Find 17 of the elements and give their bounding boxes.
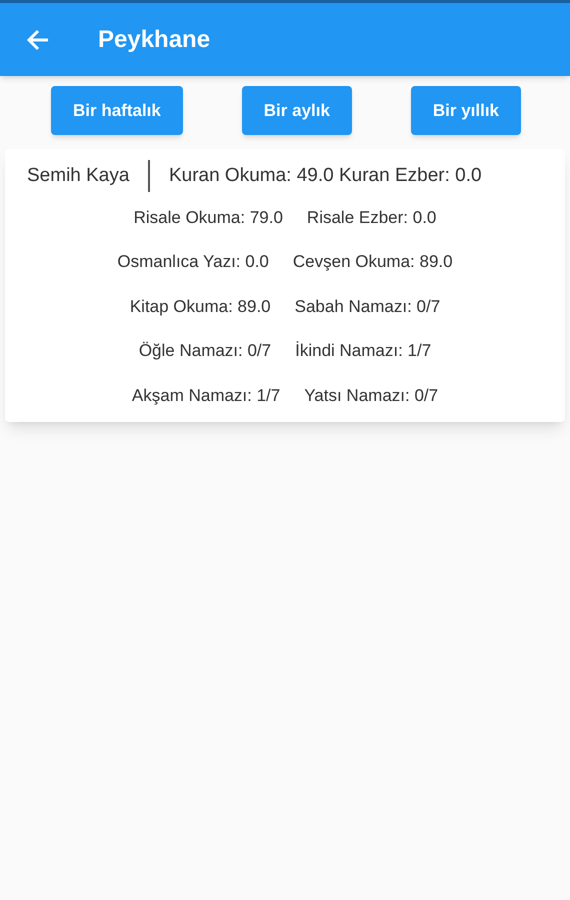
app-title: Peykhane <box>98 24 210 54</box>
period-button[interactable]: Bir yıllık <box>410 86 521 135</box>
user-name: Semih Kaya <box>27 164 130 188</box>
stat-text: Risale Ezber: 0.0 <box>306 206 436 228</box>
stat-text: Cevşen Okuma: 89.0 <box>292 251 453 273</box>
stat-text: Osmanlıca Yazı: 0.0 <box>117 251 269 273</box>
stat-text: Yatsı Namazı: 0/7 <box>304 384 438 406</box>
quran-summary: Kuran Okuma: 49.0 Kuran Ezber: 0.0 <box>168 164 482 188</box>
stat-text: Sabah Namazı: 0/7 <box>294 296 440 318</box>
stat-text: İkindi Namazı: 1/7 <box>295 340 432 362</box>
back-arrow-icon <box>26 28 50 50</box>
stat-text: Risale Okuma: 79.0 <box>134 206 283 228</box>
stat-text: Kitap Okuma: 89.0 <box>130 296 271 318</box>
period-button[interactable]: Bir aylık <box>242 86 352 135</box>
stat-text: Öğle Namazı: 0/7 <box>138 340 272 362</box>
stat-text: Akşam Namazı: 1/7 <box>132 384 280 407</box>
period-button[interactable]: Bir haftalık <box>51 86 183 135</box>
